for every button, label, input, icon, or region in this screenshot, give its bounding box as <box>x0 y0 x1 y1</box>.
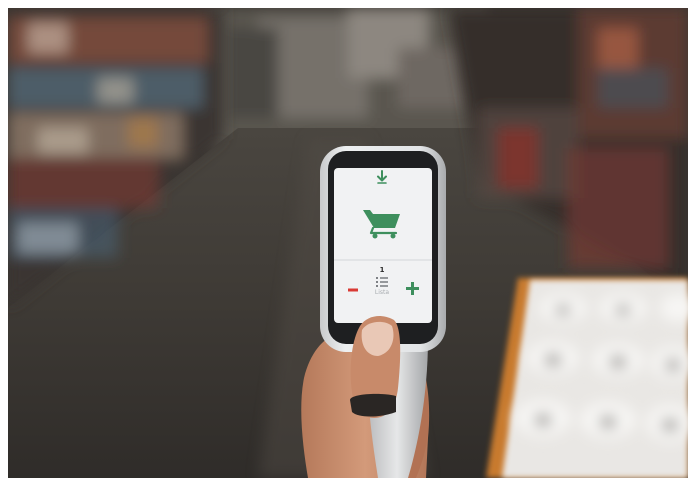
back-aisle <box>208 8 488 148</box>
list-icon <box>376 277 388 287</box>
shopping-cart-icon <box>363 210 400 239</box>
thumb <box>350 316 401 418</box>
paper-roll-table <box>486 278 688 478</box>
ring <box>350 393 396 417</box>
minus-icon[interactable] <box>347 284 359 296</box>
item-count: 1 <box>379 266 385 274</box>
scanner-screen-ui: 1 Lista <box>337 169 427 303</box>
plus-icon[interactable] <box>405 281 420 296</box>
download-arrow-icon <box>377 170 387 184</box>
